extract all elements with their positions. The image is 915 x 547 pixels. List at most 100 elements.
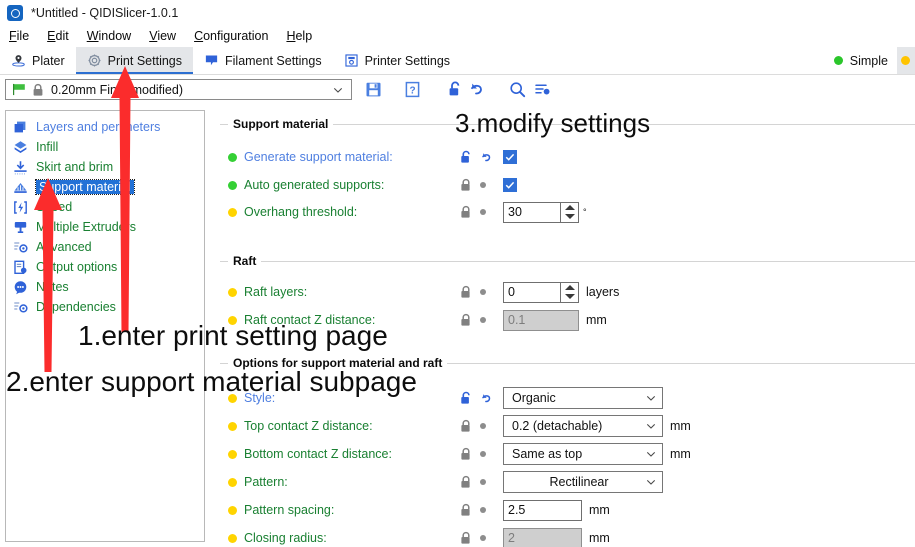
option-label: Pattern: bbox=[220, 475, 457, 489]
sidebar-item-advanced[interactable]: Advanced bbox=[6, 237, 204, 257]
mode-advanced-dot bbox=[901, 56, 910, 65]
menu-file[interactable]: File bbox=[0, 26, 38, 47]
lock-closed-grey-icon[interactable] bbox=[460, 313, 472, 327]
lock-closed-grey-icon[interactable] bbox=[460, 178, 472, 192]
checkbox-generate-support-material[interactable] bbox=[503, 150, 517, 164]
lock-open-icon[interactable] bbox=[446, 80, 465, 99]
lock-open-blue-icon[interactable] bbox=[460, 150, 472, 164]
lock-closed-grey-icon[interactable] bbox=[460, 475, 472, 489]
option-label: Auto generated supports: bbox=[220, 178, 457, 192]
row-pattern: Pattern: Rectilinear bbox=[220, 470, 915, 494]
mode-simple-label: Simple bbox=[850, 54, 888, 68]
checkbox-auto-generated-supports[interactable] bbox=[503, 178, 517, 192]
sidebar-item-layers-and-perimeters[interactable]: Layers and perimeters bbox=[6, 117, 204, 137]
lock-closed-grey-icon[interactable] bbox=[460, 285, 472, 299]
magnifier-icon[interactable] bbox=[508, 80, 527, 99]
row-auto-generated-supports: Auto generated supports: bbox=[220, 173, 915, 197]
sidebar-item-label: Notes bbox=[36, 280, 69, 294]
lock-closed-grey-icon[interactable] bbox=[460, 205, 472, 219]
tab-printer-settings[interactable]: Printer Settings bbox=[333, 47, 461, 74]
unit-label: mm bbox=[589, 503, 610, 517]
group-options-support-raft: Options for support material and raft St… bbox=[220, 363, 915, 547]
undo-arrow-blue-icon[interactable] bbox=[480, 392, 493, 405]
lock-open-blue-icon[interactable] bbox=[460, 391, 472, 405]
qidi-logo-icon bbox=[7, 5, 23, 21]
menu-configuration[interactable]: Configuration bbox=[185, 26, 277, 47]
stepper-down-icon[interactable] bbox=[565, 214, 575, 219]
dot-grey-icon bbox=[480, 479, 486, 485]
unit-label: layers bbox=[586, 285, 619, 299]
lock-closed-grey-icon[interactable] bbox=[460, 503, 472, 517]
row-raft-contact-z-distance: Raft contact Z distance: 0.1 mm bbox=[220, 308, 915, 332]
menu-view[interactable]: View bbox=[140, 26, 185, 47]
preset-toolbar: ? bbox=[352, 80, 552, 99]
dot-grey-icon bbox=[480, 317, 486, 323]
tab-print-settings[interactable]: Print Settings bbox=[76, 47, 193, 74]
pattern-combobox[interactable]: Rectilinear bbox=[503, 471, 663, 493]
lock-closed-grey-icon[interactable] bbox=[460, 419, 472, 433]
plater-icon bbox=[11, 53, 26, 68]
pattern-spacing-value: 2.5 bbox=[508, 503, 525, 517]
sidebar-item-support-material[interactable]: Support material bbox=[6, 177, 204, 197]
floppy-disk-icon[interactable] bbox=[364, 80, 383, 99]
row-closing-radius: Closing radius: 2 mm bbox=[220, 526, 915, 547]
green-flag-icon bbox=[12, 83, 27, 96]
undo-arrow-blue-icon[interactable] bbox=[480, 151, 493, 164]
row-pattern-spacing: Pattern spacing: 2.5 mm bbox=[220, 498, 915, 522]
top-contact-z-distance-combobox[interactable]: 0.2 (detachable) bbox=[503, 415, 663, 437]
row-overhang-threshold: Overhang threshold: 30 ° bbox=[220, 200, 915, 224]
menu-window[interactable]: Window bbox=[78, 26, 140, 47]
notes-bubble-icon bbox=[12, 279, 29, 296]
pattern-spacing-input[interactable]: 2.5 bbox=[503, 500, 582, 521]
menu-edit[interactable]: Edit bbox=[38, 26, 78, 47]
raft-layers-stepper[interactable] bbox=[560, 283, 578, 302]
level-bullet bbox=[228, 316, 237, 325]
group-title: Support material bbox=[228, 117, 333, 131]
stepper-up-icon[interactable] bbox=[565, 285, 575, 290]
sidebar-item-speed[interactable]: Speed bbox=[6, 197, 204, 217]
bottom-contact-z-distance-combobox[interactable]: Same as top bbox=[503, 443, 663, 465]
row-controls bbox=[457, 419, 503, 433]
stepper-up-icon[interactable] bbox=[565, 205, 575, 210]
tab-plater[interactable]: Plater bbox=[0, 47, 76, 74]
lock-closed-grey-icon[interactable] bbox=[460, 447, 472, 461]
sidebar-item-infill[interactable]: Infill bbox=[6, 137, 204, 157]
preset-combobox[interactable]: 0.20mm Fine (modified) bbox=[5, 79, 352, 100]
stepper-down-icon[interactable] bbox=[565, 294, 575, 299]
tab-filament-settings[interactable]: Filament Settings bbox=[193, 47, 333, 74]
mode-simple-button[interactable]: Simple bbox=[830, 54, 897, 68]
raft-layers-input[interactable]: 0 bbox=[503, 282, 579, 303]
option-label-text: Style: bbox=[244, 391, 275, 405]
row-controls bbox=[457, 150, 503, 164]
row-controls bbox=[457, 313, 503, 327]
mode-advanced-button[interactable] bbox=[897, 47, 915, 74]
sidebar-item-output-options[interactable]: Output options bbox=[6, 257, 204, 277]
preset-value: 0.20mm Fine (modified) bbox=[51, 83, 183, 97]
gear-icon bbox=[87, 53, 102, 68]
group-support-material: Support material Generate support materi… bbox=[220, 124, 915, 240]
sidebar-item-notes[interactable]: Notes bbox=[6, 277, 204, 297]
sidebar-item-dependencies[interactable]: Dependencies bbox=[6, 297, 204, 317]
level-bullet bbox=[228, 450, 237, 459]
style-combobox[interactable]: Organic bbox=[503, 387, 663, 409]
undo-arrow-icon[interactable] bbox=[467, 80, 486, 99]
option-label-text: Raft contact Z distance: bbox=[244, 313, 375, 327]
row-controls bbox=[457, 205, 503, 219]
option-label-text: Overhang threshold: bbox=[244, 205, 357, 219]
settings-category-list[interactable]: Layers and perimeters Infill Skirt and b… bbox=[5, 110, 205, 542]
list-gear-icon[interactable] bbox=[533, 80, 552, 99]
document-question-icon[interactable]: ? bbox=[403, 80, 422, 99]
title-bar: *Untitled - QIDISlicer-1.0.1 bbox=[0, 0, 915, 27]
sidebar-item-skirt-and-brim[interactable]: Skirt and brim bbox=[6, 157, 204, 177]
overhang-threshold-input[interactable]: 30 bbox=[503, 202, 579, 223]
lock-closed-grey-icon[interactable] bbox=[460, 531, 472, 545]
option-label: Generate support material: bbox=[220, 150, 457, 164]
chevron-down-icon[interactable] bbox=[333, 85, 343, 95]
row-controls bbox=[457, 531, 503, 545]
tab-filament-settings-label: Filament Settings bbox=[225, 54, 322, 68]
check-icon bbox=[504, 179, 516, 191]
menu-help[interactable]: Help bbox=[277, 26, 321, 47]
check-icon bbox=[504, 151, 516, 163]
overhang-threshold-stepper[interactable] bbox=[560, 203, 578, 222]
sidebar-item-multiple-extruders[interactable]: Multiple Extruders bbox=[6, 217, 204, 237]
